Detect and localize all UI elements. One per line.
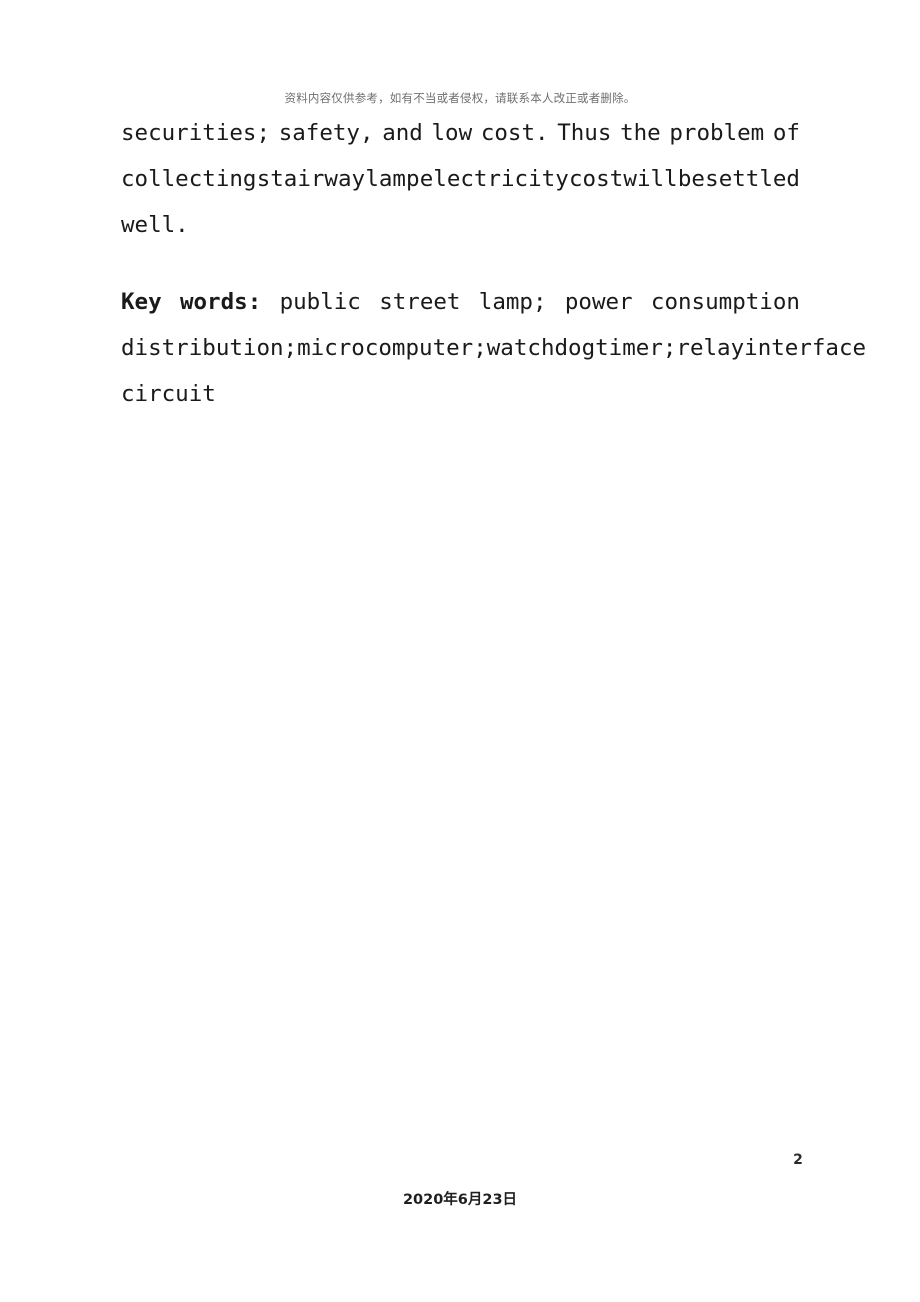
document-page: 资料内容仅供参考，如有不当或者侵权，请联系本人改正或者删除。 securitie… [0, 0, 920, 1302]
keyword-term: street [379, 289, 461, 315]
word: problem [669, 120, 765, 146]
keywords-label-words: words: [179, 289, 262, 315]
keywords-label-key: Key [121, 289, 162, 315]
text-line: Key words: public street lamp; power con… [121, 279, 800, 325]
word: low [431, 120, 473, 146]
document-body: securities; safety, and low cost. Thus t… [121, 110, 866, 417]
word: securities; [121, 120, 271, 146]
text-line: well. [121, 212, 189, 238]
footer-date: 2020年6月23日 [402, 1192, 518, 1208]
word: cost [568, 166, 624, 192]
text-line: distribution; microcomputer; watchdog ti… [121, 325, 866, 371]
document-header-notice: 资料内容仅供参考，如有不当或者侵权，请联系本人改正或者删除。 [284, 91, 636, 105]
keyword-term: relay [676, 335, 745, 361]
word: collecting [121, 166, 257, 192]
word: of [772, 120, 800, 146]
keyword-term: microcomputer; [297, 335, 487, 361]
keyword-term: consumption [650, 289, 800, 315]
word: lamp [365, 166, 420, 192]
keyword-term: watchdog [486, 335, 596, 361]
word: electricity [419, 166, 569, 192]
page-number: 2 [793, 1152, 803, 1168]
keyword-term: lamp; [478, 289, 547, 315]
text-line: securities; safety, and low cost. Thus t… [121, 110, 800, 156]
word: settled [705, 166, 800, 192]
word: Thus [557, 120, 612, 146]
word: stairway [256, 166, 366, 192]
keyword-term: interface [744, 335, 867, 361]
word: safety, [278, 120, 374, 146]
text-line: collecting stairway lamp electricity cos… [121, 156, 800, 202]
word: cost. [480, 120, 549, 146]
word: the [620, 120, 661, 146]
paragraph-abstract-tail: securities; safety, and low cost. Thus t… [121, 110, 800, 248]
word: be [677, 166, 705, 192]
paragraph-keywords: Key words: public street lamp; power con… [121, 279, 866, 417]
keyword-term: power [564, 289, 633, 315]
keyword-term: timer; [595, 335, 677, 361]
word: will [623, 166, 678, 192]
keyword-term: distribution; [121, 335, 298, 361]
word: and [382, 120, 423, 146]
text-line: circuit [121, 381, 216, 407]
keyword-term: public [279, 289, 361, 315]
